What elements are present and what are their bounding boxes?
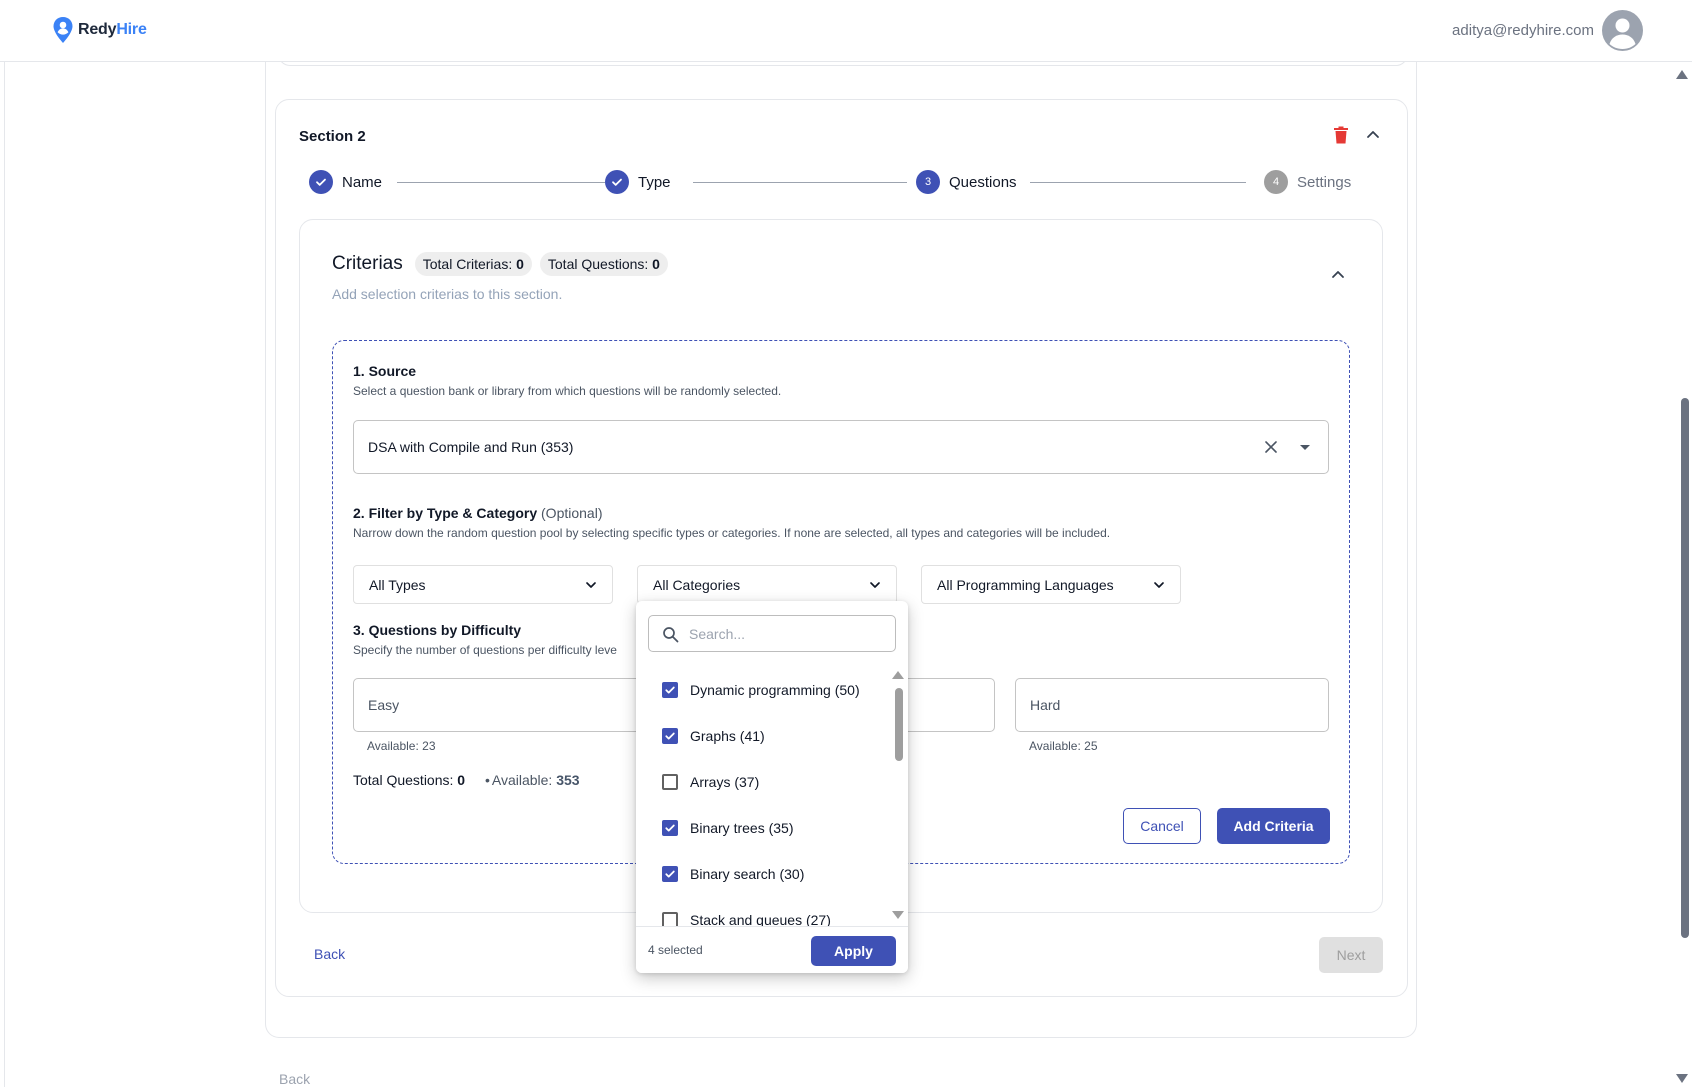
criterias-subtitle: Add selection criterias to this section. xyxy=(332,286,563,302)
section-stepper: Name Type 3 Questions 4 Settings xyxy=(309,170,1385,196)
step-number: 4 xyxy=(1264,170,1288,194)
page-scroll-down-arrow[interactable] xyxy=(1676,1074,1688,1083)
category-options: Dynamic programming (50) Graphs (41) Arr… xyxy=(636,670,908,926)
hard-label: Hard xyxy=(1030,697,1061,713)
checkbox-checked-icon[interactable] xyxy=(662,820,678,836)
checkbox-checked-icon[interactable] xyxy=(662,866,678,882)
dropdown-scroll-up-arrow[interactable] xyxy=(892,671,904,679)
page-back-button[interactable]: Back xyxy=(279,1071,310,1087)
selected-count: 4 selected xyxy=(648,943,703,957)
source-description: Select a question bank or library from w… xyxy=(353,384,782,398)
collapse-criterias-chevron-up-icon[interactable] xyxy=(1328,264,1348,284)
category-search-input[interactable] xyxy=(689,624,889,644)
dropdown-scrollbar-thumb[interactable] xyxy=(895,688,903,761)
clear-source-close-icon[interactable] xyxy=(1262,438,1280,456)
page-scrollbar-thumb[interactable] xyxy=(1681,398,1689,938)
easy-available: Available: 23 xyxy=(367,739,436,753)
category-option-label: Binary trees (35) xyxy=(690,820,794,836)
step-label: Name xyxy=(342,173,383,191)
total-questions-badge: Total Questions: 0 xyxy=(539,252,668,276)
source-dropdown-arrow-icon[interactable] xyxy=(1300,445,1310,450)
step-type: Type xyxy=(605,170,679,194)
categories-dropdown: Dynamic programming (50) Graphs (41) Arr… xyxy=(636,601,908,973)
category-option-label: Arrays (37) xyxy=(690,774,760,790)
languages-filter-button[interactable]: All Programming Languages xyxy=(921,565,1181,604)
page-left-border xyxy=(4,0,5,1087)
category-option-label: Dynamic programming (50) xyxy=(690,682,860,698)
step-label: Settings xyxy=(1297,173,1352,191)
category-search[interactable] xyxy=(648,615,896,652)
categories-filter-button[interactable]: All Categories xyxy=(637,565,897,604)
hard-count-input[interactable]: Hard xyxy=(1015,678,1329,732)
chevron-down-icon xyxy=(870,581,880,588)
step-name: Name xyxy=(309,170,391,194)
source-heading: 1. Source xyxy=(353,363,417,379)
types-filter-label: All Types xyxy=(369,576,426,593)
category-option-arrays[interactable]: Arrays (37) xyxy=(662,774,759,790)
apply-button[interactable]: Apply xyxy=(811,936,896,966)
difficulty-heading: 3. Questions by Difficulty xyxy=(353,622,522,638)
step-label: Questions xyxy=(949,173,1017,191)
source-value: DSA with Compile and Run (353) xyxy=(368,439,574,455)
category-option-binary-search[interactable]: Binary search (30) xyxy=(662,866,804,882)
next-button[interactable]: Next xyxy=(1319,937,1383,973)
chevron-down-icon xyxy=(1154,581,1164,588)
chevron-down-icon xyxy=(586,581,596,588)
source-select[interactable]: DSA with Compile and Run (353) xyxy=(353,420,1329,474)
logo-text: RedyHire xyxy=(78,21,147,38)
step-settings: 4 Settings xyxy=(1264,170,1360,194)
criterias-header: Criterias Total Criterias: 0 Total Quest… xyxy=(332,252,668,276)
total-criterias-badge: Total Criterias: 0 xyxy=(414,252,532,276)
category-option-dynamic-programming[interactable]: Dynamic programming (50) xyxy=(662,682,860,698)
category-option-graphs[interactable]: Graphs (41) xyxy=(662,728,765,744)
app-header: RedyHire aditya@redyhire.com xyxy=(0,0,1692,62)
add-criteria-button[interactable]: Add Criteria xyxy=(1217,808,1330,844)
difficulty-description: Specify the number of questions per diff… xyxy=(353,643,617,657)
dropdown-footer: 4 selected Apply xyxy=(636,926,908,973)
checkbox-unchecked-icon[interactable] xyxy=(662,912,678,926)
step-questions: 3 Questions xyxy=(916,170,1025,194)
step-connector xyxy=(1030,182,1246,183)
dropdown-scroll-down-arrow[interactable] xyxy=(892,911,904,919)
category-option-label: Graphs (41) xyxy=(690,728,765,744)
filter-heading: 2. Filter by Type & Category (Optional) xyxy=(353,505,603,521)
category-option-stack-and-queues[interactable]: Stack and queues (27) xyxy=(662,912,831,926)
step-connector xyxy=(397,182,611,183)
filter-description: Narrow down the random question pool by … xyxy=(353,526,1111,540)
easy-count-input[interactable]: Easy xyxy=(353,678,673,732)
step-label: Type xyxy=(638,173,671,191)
redyhire-logo[interactable]: RedyHire xyxy=(52,16,147,44)
category-option-label: Binary search (30) xyxy=(690,866,805,882)
search-icon xyxy=(663,627,679,643)
step-connector xyxy=(693,182,907,183)
step-check-icon xyxy=(309,170,333,194)
step-number: 3 xyxy=(916,170,940,194)
section-title: Section 2 xyxy=(299,128,366,145)
criterias-title: Criterias xyxy=(332,253,403,274)
types-filter-button[interactable]: All Types xyxy=(353,565,613,604)
cancel-button[interactable]: Cancel xyxy=(1123,808,1201,844)
step-check-icon xyxy=(605,170,629,194)
languages-filter-label: All Programming Languages xyxy=(937,576,1114,593)
collapse-section-chevron-up-icon[interactable] xyxy=(1363,124,1383,144)
easy-label: Easy xyxy=(368,697,400,713)
category-option-binary-trees[interactable]: Binary trees (35) xyxy=(662,820,793,836)
user-email: aditya@redyhire.com xyxy=(1452,22,1594,39)
checkbox-checked-icon[interactable] xyxy=(662,682,678,698)
categories-filter-label: All Categories xyxy=(653,576,741,593)
logo-pin-icon xyxy=(53,17,73,43)
category-option-label: Stack and queues (27) xyxy=(690,912,831,926)
page-scroll-up-arrow[interactable] xyxy=(1676,70,1688,79)
hard-available: Available: 25 xyxy=(1029,739,1098,753)
checkbox-checked-icon[interactable] xyxy=(662,728,678,744)
checkbox-unchecked-icon[interactable] xyxy=(662,774,678,790)
back-button[interactable]: Back xyxy=(314,946,345,962)
criteria-totals: Total Questions: 0 • Available: 353 xyxy=(353,772,580,788)
user-avatar-icon[interactable] xyxy=(1602,10,1643,51)
delete-section-trash-icon[interactable] xyxy=(1333,126,1349,144)
